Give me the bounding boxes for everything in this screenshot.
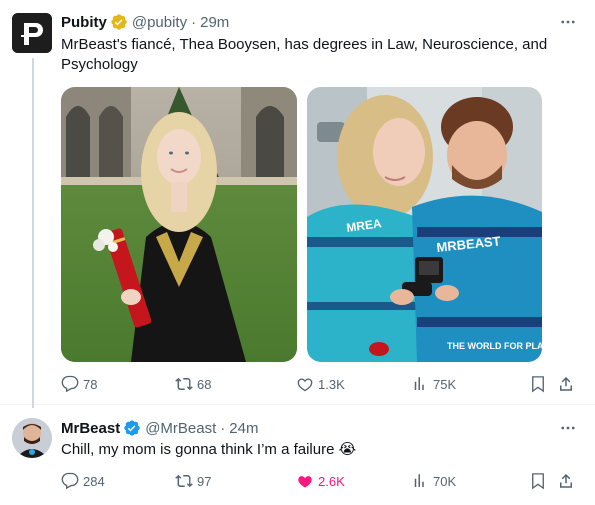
share-button[interactable] <box>557 471 579 491</box>
graduation-image <box>61 87 297 362</box>
timestamp[interactable]: 24m <box>229 420 258 437</box>
reply-icon <box>61 472 79 490</box>
author-name[interactable]: MrBeast <box>61 420 120 437</box>
like-button[interactable]: 1.3K <box>296 374 345 394</box>
repost-button[interactable]: 68 <box>175 374 211 394</box>
like-count: 2.6K <box>318 473 345 489</box>
mrbeast-avatar[interactable] <box>12 418 52 458</box>
views-button[interactable]: 70K <box>411 471 456 491</box>
repost-icon <box>175 474 193 488</box>
like-count: 1.3K <box>318 376 345 392</box>
mrbeast-avatar-image <box>12 418 52 458</box>
gold-verified-icon <box>110 13 128 31</box>
views-icon <box>414 377 424 390</box>
tweet-header: Pubity @pubity · 29m <box>61 12 229 32</box>
share-icon <box>560 376 572 391</box>
separator-dot: · <box>191 13 197 31</box>
heart-icon <box>297 378 313 392</box>
couple-photo[interactable]: MREA MRBEAST THE WORLD FOR PLACE <box>306 87 542 362</box>
repost-count: 97 <box>197 473 212 489</box>
bookmark-button[interactable] <box>529 374 551 394</box>
tweet-text: MrBeast's fiancé, Thea Booysen, has degr… <box>61 36 548 73</box>
view-count: 70K <box>433 473 457 489</box>
blue-verified-icon <box>123 419 141 437</box>
bookmark-icon <box>532 376 544 393</box>
pubity-avatar[interactable] <box>12 13 52 53</box>
tweet-actions: 78 68 1.3K 75K <box>61 374 581 394</box>
reply-button[interactable]: 284 <box>61 471 105 491</box>
timestamp[interactable]: 29m <box>200 14 229 31</box>
author-handle[interactable]: @MrBeast <box>145 420 216 437</box>
tweet-pubity[interactable]: Pubity @pubity · 29m MrBeast's fiancé, T… <box>0 0 595 408</box>
author-name[interactable]: Pubity <box>61 14 107 31</box>
share-button[interactable] <box>557 374 579 394</box>
reply-button[interactable]: 78 <box>61 374 97 394</box>
repost-count: 68 <box>197 376 212 392</box>
more-options-icon[interactable] <box>557 418 579 438</box>
bookmark-button[interactable] <box>529 471 551 491</box>
bookmark-icon <box>532 473 544 490</box>
couple-image: MREA MRBEAST THE WORLD FOR PLACE <box>306 87 542 362</box>
pubity-logo-icon <box>12 13 52 53</box>
media-grid: MREA MRBEAST THE WORLD FOR PLACE <box>61 87 542 362</box>
share-icon <box>560 473 572 488</box>
graduation-photo[interactable] <box>61 87 297 362</box>
separator-dot: · <box>220 419 226 437</box>
reply-count: 78 <box>83 376 98 392</box>
tweet-text: Chill, my mom is gonna think I’m a failu… <box>61 441 357 458</box>
more-options-icon[interactable] <box>557 12 579 32</box>
reply-icon <box>61 375 79 393</box>
like-button[interactable]: 2.6K <box>296 471 345 491</box>
reply-count: 284 <box>83 473 105 489</box>
tweet-header: MrBeast @MrBeast · 24m <box>61 418 258 438</box>
repost-button[interactable]: 97 <box>175 471 211 491</box>
views-icon <box>414 474 424 487</box>
sweater-text-bottom: THE WORLD FOR PLACE <box>447 341 542 351</box>
view-count: 75K <box>433 376 457 392</box>
views-button[interactable]: 75K <box>411 374 456 394</box>
tweet-actions: 284 97 2.6K 70K <box>61 471 581 491</box>
repost-icon <box>175 377 193 391</box>
heart-filled-icon <box>298 476 312 488</box>
author-handle[interactable]: @pubity <box>132 14 187 31</box>
thread-line <box>32 58 34 408</box>
